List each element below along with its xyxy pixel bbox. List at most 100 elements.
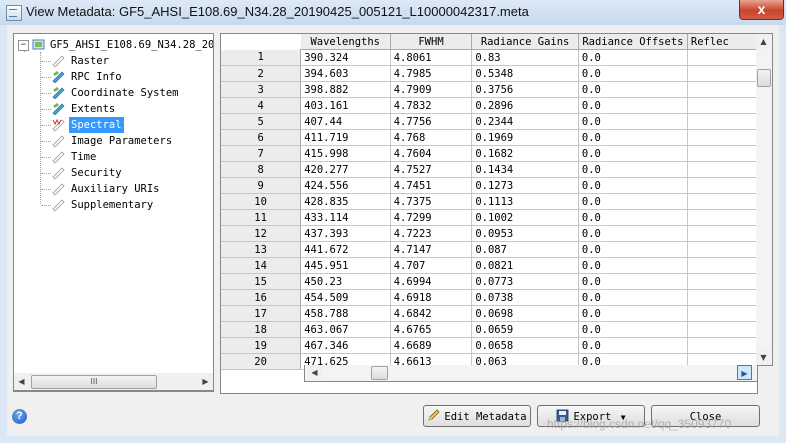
table-cell[interactable]: 4.7451 (390, 177, 473, 194)
table-cell[interactable] (687, 289, 757, 306)
table-cell[interactable]: 463.067 (300, 321, 391, 338)
row-header[interactable]: 3 (221, 81, 302, 98)
row-header[interactable]: 10 (221, 193, 302, 210)
table-cell[interactable] (687, 273, 757, 290)
table-row[interactable]: 16 454.509 4.6918 0.0738 0.0 (221, 289, 757, 306)
table-cell[interactable]: 0.5348 (471, 65, 579, 82)
table-cell[interactable]: 0.0953 (471, 225, 579, 242)
row-header[interactable]: 6 (221, 129, 302, 146)
table-cell[interactable]: 0.0659 (471, 321, 579, 338)
table-cell[interactable]: 454.509 (300, 289, 391, 306)
table-cell[interactable] (687, 161, 757, 178)
tree-scroll-thumb[interactable]: III (31, 375, 157, 389)
table-cell[interactable]: 4.7527 (390, 161, 473, 178)
table-cell[interactable] (687, 257, 757, 274)
table-cell[interactable]: 0.1113 (471, 193, 579, 210)
table-cell[interactable] (687, 177, 757, 194)
row-header[interactable]: 20 (221, 353, 302, 370)
tree-item-rpc-info[interactable]: RPC Info (14, 69, 213, 85)
table-cell[interactable]: 4.6994 (390, 273, 473, 290)
table-cell[interactable]: 415.998 (300, 145, 391, 162)
row-header[interactable]: 18 (221, 321, 302, 338)
column-header-wavelengths[interactable]: Wavelengths (300, 34, 391, 50)
table-vertical-scrollbar[interactable]: ▲ ▼ (756, 33, 773, 366)
row-header[interactable]: 1 (221, 49, 302, 66)
table-row[interactable]: 18 463.067 4.6765 0.0659 0.0 (221, 321, 757, 338)
table-cell[interactable]: 0.0698 (471, 305, 579, 322)
table-cell[interactable]: 0.0738 (471, 289, 579, 306)
tree-item-auxiliary-uris[interactable]: Auxiliary URIs (14, 181, 213, 197)
tree-item-raster[interactable]: Raster (14, 53, 213, 69)
window-close-button[interactable]: x (739, 0, 784, 20)
table-row[interactable]: 13 441.672 4.7147 0.087 0.0 (221, 241, 757, 258)
table-cell[interactable] (687, 129, 757, 146)
table-cell[interactable]: 4.7909 (390, 81, 473, 98)
export-button[interactable]: Export ▼ (537, 405, 645, 427)
row-header[interactable]: 2 (221, 65, 302, 82)
row-header[interactable]: 12 (221, 225, 302, 242)
table-cell[interactable]: 0.0 (578, 65, 688, 82)
collapse-toggle-icon[interactable]: − (18, 40, 29, 51)
table-cell[interactable]: 0.2896 (471, 97, 579, 114)
table-cell[interactable]: 0.1002 (471, 209, 579, 226)
row-header[interactable]: 11 (221, 209, 302, 226)
table-cell[interactable]: 0.0 (578, 305, 688, 322)
table-cell[interactable]: 4.7832 (390, 97, 473, 114)
table-cell[interactable]: 445.951 (300, 257, 391, 274)
spectral-table[interactable]: Wavelengths FWHM Radiance Gains Radiance… (220, 33, 758, 394)
row-header[interactable]: 5 (221, 113, 302, 130)
table-row[interactable]: 15 450.23 4.6994 0.0773 0.0 (221, 273, 757, 290)
table-cell[interactable] (687, 97, 757, 114)
row-header[interactable]: 16 (221, 289, 302, 306)
table-row[interactable]: 6 411.719 4.768 0.1969 0.0 (221, 129, 757, 146)
table-cell[interactable]: 0.087 (471, 241, 579, 258)
help-icon[interactable]: ? (12, 409, 27, 424)
table-cell[interactable] (687, 337, 757, 354)
row-header[interactable]: 9 (221, 177, 302, 194)
metadata-tree[interactable]: − GF5_AHSI_E108.69_N34.28_20 Raster RPC I… (13, 33, 214, 392)
table-cell[interactable]: 4.768 (390, 129, 473, 146)
tree-item-supplementary[interactable]: Supplementary (14, 197, 213, 213)
table-row[interactable]: 5 407.44 4.7756 0.2344 0.0 (221, 113, 757, 130)
row-header[interactable]: 15 (221, 273, 302, 290)
table-row[interactable]: 9 424.556 4.7451 0.1273 0.0 (221, 177, 757, 194)
tree-item-spectral[interactable]: Spectral (14, 117, 213, 133)
tree-item-security[interactable]: Security (14, 165, 213, 181)
table-cell[interactable] (687, 193, 757, 210)
table-cell[interactable]: 0.0 (578, 161, 688, 178)
table-row[interactable]: 7 415.998 4.7604 0.1682 0.0 (221, 145, 757, 162)
table-cell[interactable]: 0.0 (578, 337, 688, 354)
table-cell[interactable]: 0.0 (578, 113, 688, 130)
table-cell[interactable]: 4.6918 (390, 289, 473, 306)
table-cell[interactable]: 0.0 (578, 241, 688, 258)
table-cell[interactable]: 0.0 (578, 209, 688, 226)
table-cell[interactable] (687, 113, 757, 130)
table-cell[interactable]: 0.0 (578, 145, 688, 162)
table-cell[interactable] (687, 321, 757, 338)
close-button[interactable]: Close (651, 405, 760, 427)
table-cell[interactable]: 0.0 (578, 289, 688, 306)
table-row[interactable]: 1 390.324 4.8061 0.83 0.0 (221, 49, 757, 66)
table-cell[interactable]: 0.1434 (471, 161, 579, 178)
table-cell[interactable]: 4.7985 (390, 65, 473, 82)
table-cell[interactable]: 390.324 (300, 49, 391, 66)
table-cell[interactable] (687, 65, 757, 82)
table-cell[interactable]: 450.23 (300, 273, 391, 290)
table-cell[interactable]: 4.7223 (390, 225, 473, 242)
table-cell[interactable]: 4.6765 (390, 321, 473, 338)
table-cell[interactable]: 0.83 (471, 49, 579, 66)
table-hscroll-thumb[interactable] (371, 366, 388, 380)
table-cell[interactable]: 4.7375 (390, 193, 473, 210)
table-row[interactable]: 10 428.835 4.7375 0.1113 0.0 (221, 193, 757, 210)
table-row[interactable]: 4 403.161 4.7832 0.2896 0.0 (221, 97, 757, 114)
table-cell[interactable]: 0.0 (578, 129, 688, 146)
table-cell[interactable]: 441.672 (300, 241, 391, 258)
row-header[interactable]: 17 (221, 305, 302, 322)
scroll-up-icon[interactable]: ▲ (756, 34, 771, 49)
table-cell[interactable]: 420.277 (300, 161, 391, 178)
tree-item-extents[interactable]: Extents (14, 101, 213, 117)
tree-root-node[interactable]: − GF5_AHSI_E108.69_N34.28_20 (14, 37, 213, 53)
tree-horizontal-scrollbar[interactable]: ◀ III ▶ (13, 373, 214, 391)
table-cell[interactable]: 0.0 (578, 177, 688, 194)
column-header-fwhm[interactable]: FWHM (390, 34, 473, 50)
